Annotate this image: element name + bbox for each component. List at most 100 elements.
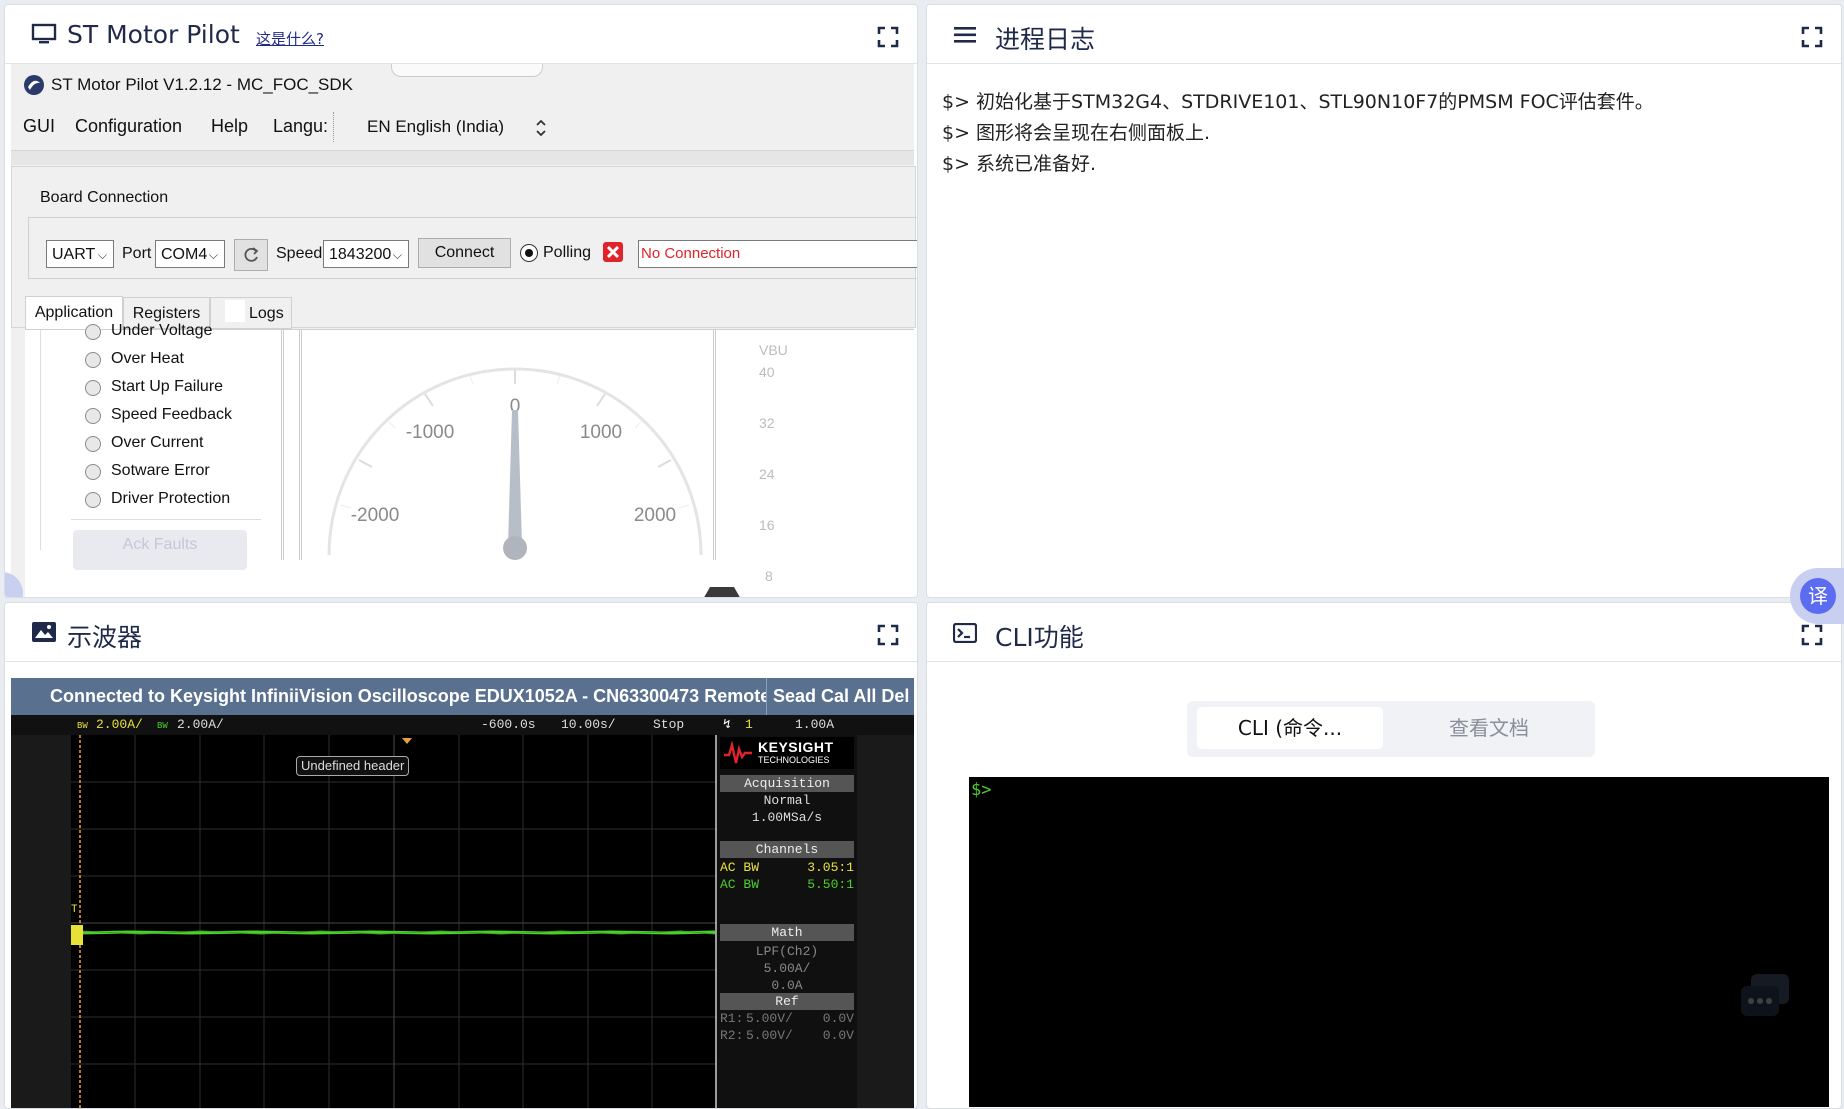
cli-panel: CLI功能 CLI (命令... 查看文档 $> (926, 602, 1842, 1109)
gauge-hub (503, 536, 527, 560)
connection-status-field: No Connection (638, 240, 917, 268)
vbus-tick: 8 (765, 568, 773, 584)
polling-radio[interactable] (520, 244, 538, 262)
chat-icon[interactable] (1739, 972, 1791, 1030)
channel-1-probe: 3.05:1 (807, 860, 854, 875)
logs-tab-label: Logs (249, 305, 284, 322)
expand-icon[interactable] (1801, 624, 1823, 646)
log-line: $> 图形将会呈现在右侧面板上. (942, 122, 1211, 144)
list-icon (954, 27, 976, 43)
chevron-down-icon: ⌵ (208, 248, 218, 262)
gauge-label-neg2000: -2000 (351, 505, 400, 526)
panel-title: 进程日志 (995, 25, 1096, 54)
translate-button[interactable]: 译 (1790, 568, 1844, 624)
tab-view-docs[interactable]: 查看文档 (1391, 707, 1587, 749)
fault-indicator (85, 380, 101, 396)
vbus-label: VBU (759, 342, 788, 358)
logs-checkbox[interactable] (225, 300, 245, 322)
ack-faults-button[interactable]: Ack Faults (73, 530, 247, 570)
menu-gui[interactable]: GUI (23, 116, 55, 137)
connect-button[interactable]: Connect (418, 238, 511, 268)
menu-language[interactable]: Langu: (273, 116, 328, 137)
acquisition-header[interactable]: Acquisition (720, 775, 854, 792)
tab-application[interactable]: Application (25, 296, 123, 330)
keysight-brand-sub: TECHNOLOGIES (758, 755, 830, 765)
channel-1-coupling: AC BW (720, 860, 760, 875)
gauge-needle (508, 410, 522, 545)
ch2-bw: BW (157, 721, 168, 731)
faults-divider (71, 519, 261, 520)
math-header[interactable]: Math (720, 924, 854, 941)
chevron-down-icon: ⌵ (392, 248, 402, 262)
gauge-label-neg1000: -1000 (406, 422, 455, 443)
acquisition-rate: 1.00MSa/s (751, 810, 823, 825)
ref-header[interactable]: Ref (720, 993, 854, 1010)
log-line: $> 初始化基于STM32G4、STDRIVE101、STL90N10F7的PM… (942, 91, 1654, 113)
channels-header[interactable]: Channels (720, 841, 854, 858)
language-select[interactable]: EN English (India) (367, 117, 504, 137)
scope-panel: 示波器 Connected to Keysight InfiniiVision … (4, 602, 918, 1109)
speed-label: Speed (276, 245, 323, 262)
polling-label: Polling (543, 244, 592, 261)
fault-indicator (85, 352, 101, 368)
port-select[interactable]: COM4 ⌵ (155, 240, 225, 268)
gauge-label-1000: 1000 (580, 422, 622, 443)
title-pill (391, 64, 543, 77)
keysight-logo: KEYSIGHT TECHNOLOGIES (720, 737, 854, 769)
protocol-select[interactable]: UART ⌵ (46, 240, 114, 268)
math-function: LPF(Ch2) (755, 944, 819, 959)
trigger-t-marker: T (71, 904, 78, 916)
cli-body: CLI (命令... 查看文档 $> (927, 662, 1841, 1108)
speed-select[interactable]: 1843200 ⌵ (323, 240, 409, 268)
expand-icon[interactable] (877, 624, 899, 646)
refresh-ports-button[interactable] (234, 239, 268, 271)
log-line: $> 系统已准备好. (942, 153, 1097, 175)
motor-pilot-panel: ST Motor Pilot 这是什么? ST Motor Pilot V1.2… (4, 4, 918, 598)
st-window-title: ST Motor Pilot V1.2.12 - MC_FOC_SDK (51, 75, 354, 94)
scope-toolbar-overlap: Sead Cal All Del (766, 678, 914, 715)
ch1-scale: 2.00A/ (96, 717, 143, 732)
scope-toolbar-text[interactable]: Sead Cal All Del (773, 678, 909, 715)
gauge-label-2000: 2000 (634, 505, 676, 526)
panel-title: CLI功能 (995, 623, 1084, 652)
ch1-ground-marker (71, 925, 83, 945)
tab-logs[interactable]: Logs (210, 297, 292, 329)
log-panel: 进程日志 $> 初始化基于STM32G4、STDRIVE101、STL90N10… (926, 4, 1842, 598)
ref-1-scale: 5.00V/ (746, 1011, 793, 1026)
help-link[interactable]: 这是什么? (256, 28, 324, 49)
acquisition-mode: Normal (763, 793, 811, 808)
cli-header: CLI功能 (927, 603, 1841, 662)
expand-icon[interactable] (1801, 26, 1823, 48)
menu-help[interactable]: Help (211, 116, 248, 137)
scope-connection-bar: Connected to Keysight InfiniiVision Osci… (11, 678, 914, 715)
language-updown-icon[interactable] (535, 118, 547, 138)
menu-divider (333, 112, 334, 142)
motor-pilot-body: ST Motor Pilot V1.2.12 - MC_FOC_SDK GUI … (5, 64, 917, 597)
ch1-bw: BW (77, 721, 88, 731)
motor-pilot-header: ST Motor Pilot 这是什么? (5, 5, 917, 64)
fault-indicator (85, 464, 101, 480)
channel-2-coupling: AC BW (720, 877, 760, 892)
scope-connection-text: Connected to Keysight InfiniiVision Osci… (50, 686, 875, 706)
cli-terminal[interactable]: $> (969, 777, 1829, 1107)
expand-icon[interactable] (877, 26, 899, 48)
error-icon (603, 242, 623, 262)
scope-header: 示波器 (5, 603, 917, 662)
ref-2-scale: 5.00V/ (746, 1028, 793, 1043)
gauge-frame-mid (299, 330, 302, 560)
cli-prompt: $> (971, 780, 992, 800)
application-tab-content: Under Voltage Over Heat Start Up Failure… (25, 322, 914, 597)
scope-side-panel: KEYSIGHT TECHNOLOGIES Acquisition Normal… (717, 735, 857, 1108)
tab-cli-command[interactable]: CLI (命令... (1197, 707, 1383, 749)
image-icon (32, 622, 56, 642)
cli-tab-bar: CLI (命令... 查看文档 (1187, 701, 1595, 757)
st-app-window: ST Motor Pilot V1.2.12 - MC_FOC_SDK GUI … (11, 64, 917, 597)
menu-configuration[interactable]: Configuration (75, 116, 182, 137)
channel-2-probe: 5.50:1 (807, 877, 854, 892)
keysight-wave-icon (724, 741, 752, 764)
vbus-tick: 16 (759, 517, 775, 533)
fault-indicator (85, 436, 101, 452)
vbus-slider-thumb[interactable] (702, 587, 742, 597)
timebase-value: 10.00s/ (561, 717, 616, 732)
ref-2-label: R2: (720, 1028, 744, 1043)
